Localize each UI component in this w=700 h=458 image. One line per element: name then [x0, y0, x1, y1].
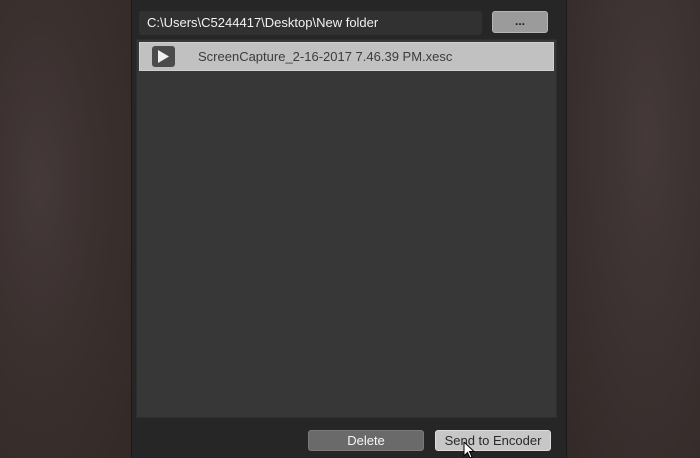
- mouse-pointer-icon: [463, 442, 476, 458]
- play-icon: [158, 50, 169, 63]
- list-item[interactable]: ScreenCapture_2-16-2017 7.46.39 PM.xesc: [139, 42, 554, 71]
- desktop-background-right: [567, 0, 700, 458]
- browse-folder-button[interactable]: ...: [492, 11, 548, 33]
- recordings-panel: C:\Users\C5244417\Desktop\New folder ...…: [131, 0, 567, 458]
- desktop-background-left: [0, 0, 131, 458]
- send-to-encoder-button[interactable]: Send to Encoder: [435, 430, 551, 451]
- recordings-list[interactable]: ScreenCapture_2-16-2017 7.46.39 PM.xesc: [136, 39, 557, 418]
- recording-filename: ScreenCapture_2-16-2017 7.46.39 PM.xesc: [198, 49, 453, 64]
- action-bar: Delete Send to Encoder: [132, 418, 566, 458]
- folder-path-field[interactable]: C:\Users\C5244417\Desktop\New folder: [139, 11, 482, 35]
- play-button[interactable]: [152, 46, 175, 67]
- delete-button[interactable]: Delete: [308, 430, 424, 451]
